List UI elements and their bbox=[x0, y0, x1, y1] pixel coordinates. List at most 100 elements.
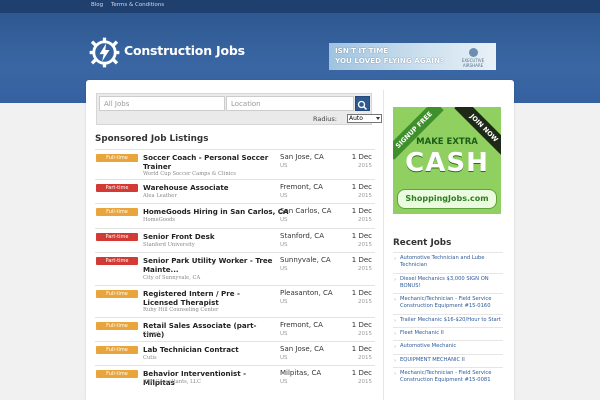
chevron-down-icon bbox=[376, 117, 380, 120]
chevron-right-icon: › bbox=[394, 370, 396, 377]
lightning-gear-icon[interactable] bbox=[88, 36, 121, 69]
recent-job-link[interactable]: › Automotive Technician and Lube Technici… bbox=[393, 252, 503, 273]
ad-site-name: ShoppingJobs.com bbox=[397, 189, 497, 209]
site-logo-text[interactable]: Construction Jobs bbox=[124, 43, 245, 58]
job-date: 1 Dec bbox=[351, 369, 372, 377]
job-row[interactable]: Part-time Senior Front Desk Stanford Uni… bbox=[95, 228, 375, 252]
job-year: 2015 bbox=[358, 193, 372, 199]
job-row[interactable]: Full-time Behavior Interventionist - Mil… bbox=[95, 365, 375, 389]
job-date: 1 Dec bbox=[351, 345, 372, 353]
top-nav-bar: Blog Terms & Conditions bbox=[0, 0, 600, 13]
sidebar-ad-banner[interactable]: SIGNUP FREE JOIN NOW MAKE EXTRA CASH Sho… bbox=[393, 107, 501, 214]
recent-job-link[interactable]: › Trailer Mechanic $16-$20/Hour to Start bbox=[393, 313, 503, 327]
job-year: 2015 bbox=[358, 331, 372, 337]
chevron-right-icon: › bbox=[394, 344, 396, 351]
job-title[interactable]: HomeGoods Hiring in San Carlos, CA bbox=[143, 207, 289, 216]
job-year: 2015 bbox=[358, 379, 372, 385]
job-company: City of Sunnyvale, CA bbox=[143, 275, 201, 281]
job-date: 1 Dec bbox=[351, 153, 372, 161]
job-row[interactable]: Part-time Warehouse Associate Alea Leath… bbox=[95, 179, 375, 203]
job-company: Ruby Hill Counseling Center bbox=[143, 307, 219, 313]
job-title[interactable]: Retail Sales Associate (part-time) bbox=[143, 321, 277, 339]
ad-headline-2: YOU LOVED FLYING AGAIN? bbox=[335, 56, 445, 65]
job-location: San Jose, CA bbox=[280, 345, 324, 353]
sponsored-listings-title: Sponsored Job Listings bbox=[95, 134, 209, 144]
job-country: US bbox=[280, 193, 288, 199]
search-button[interactable] bbox=[355, 96, 370, 111]
chevron-right-icon: › bbox=[394, 276, 396, 283]
header-ad-banner[interactable]: ISN'T IT TIME YOU LOVED FLYING AGAIN? EX… bbox=[329, 43, 496, 70]
job-row[interactable]: Full-time HomeGoods Hiring in San Carlos… bbox=[95, 203, 375, 228]
job-country: US bbox=[280, 355, 288, 361]
recent-job-label: Diesel Mechanics $3,000 SIGN ON BONUS! bbox=[400, 275, 489, 289]
job-listings: Full-time Soccer Coach - Personal Soccer… bbox=[95, 149, 375, 389]
job-row[interactable]: Full-time Lab Technician Contract Cutis … bbox=[95, 341, 375, 365]
nav-link-blog[interactable]: Blog bbox=[91, 2, 103, 8]
radius-label: Radius: bbox=[313, 115, 337, 123]
job-row[interactable]: Full-time Retail Sales Associate (part-t… bbox=[95, 317, 375, 341]
job-type-badge: Part-time bbox=[96, 257, 138, 265]
ad-brand: EXECUTIVE AIRSHARE bbox=[458, 48, 488, 68]
job-location: Fremont, CA bbox=[280, 321, 323, 329]
job-year: 2015 bbox=[358, 299, 372, 305]
job-date: 1 Dec bbox=[351, 232, 372, 240]
job-search-form: All Jobs Location Radius: Auto bbox=[96, 93, 382, 125]
recent-job-link[interactable]: › EQUIPMENT MECHANIC II bbox=[393, 353, 503, 367]
job-type-badge: Part-time bbox=[96, 233, 138, 241]
job-row[interactable]: Full-time Registered Intern / Pre - Lice… bbox=[95, 285, 375, 317]
job-country: US bbox=[280, 331, 288, 337]
job-title[interactable]: Soccer Coach - Personal Soccer Trainer bbox=[143, 153, 277, 171]
job-location: San Carlos, CA bbox=[280, 207, 332, 215]
chevron-right-icon: › bbox=[394, 256, 396, 262]
job-type-badge: Full-time bbox=[96, 154, 138, 162]
ad-make-extra: MAKE EXTRA bbox=[416, 137, 478, 147]
chevron-right-icon: › bbox=[394, 357, 396, 364]
job-title[interactable]: Senior Front Desk bbox=[143, 232, 277, 241]
job-location: Milpitas, CA bbox=[280, 369, 322, 377]
job-title[interactable]: Senior Park Utility Worker - Tree Mainte… bbox=[143, 256, 277, 274]
job-row[interactable]: Full-time Soccer Coach - Personal Soccer… bbox=[95, 149, 375, 179]
sidebar-divider bbox=[383, 90, 384, 400]
recent-job-label: Trailer Mechanic $16-$20/Hour to Start bbox=[400, 316, 501, 323]
job-title[interactable]: Warehouse Associate bbox=[143, 183, 277, 192]
job-country: US bbox=[280, 379, 288, 385]
job-company: HomeGoods bbox=[143, 217, 176, 223]
job-title[interactable]: Registered Intern / Pre - Licensed Thera… bbox=[143, 289, 277, 307]
search-icon bbox=[357, 100, 368, 111]
job-year: 2015 bbox=[358, 242, 372, 248]
job-location: Fremont, CA bbox=[280, 183, 323, 191]
job-type-badge: Full-time bbox=[96, 290, 138, 298]
job-type-badge: Full-time bbox=[96, 322, 138, 330]
ad-cash: CASH bbox=[405, 148, 489, 178]
job-country: US bbox=[280, 266, 288, 272]
job-date: 1 Dec bbox=[351, 256, 372, 264]
recent-job-link[interactable]: › Diesel Mechanics $3,000 SIGN ON BONUS! bbox=[393, 272, 503, 294]
recent-job-label: EQUIPMENT MECHANIC II bbox=[400, 356, 465, 363]
job-date: 1 Dec bbox=[351, 207, 372, 215]
recent-jobs-list: › Automotive Technician and Lube Technici… bbox=[393, 252, 503, 388]
radius-selected-value: Auto bbox=[349, 115, 363, 122]
nav-link-terms[interactable]: Terms & Conditions bbox=[111, 2, 164, 8]
job-date: 1 Dec bbox=[351, 289, 372, 297]
job-location: Stanford, CA bbox=[280, 232, 324, 240]
radius-select[interactable]: Auto bbox=[347, 114, 382, 123]
job-type-badge: Full-time bbox=[96, 346, 138, 354]
recent-job-link[interactable]: › Mechanic/Technician - Field Service Con… bbox=[393, 366, 503, 388]
job-year: 2015 bbox=[358, 217, 372, 223]
job-row[interactable]: Part-time Senior Park Utility Worker - T… bbox=[95, 252, 375, 285]
location-input[interactable]: Location bbox=[226, 96, 354, 111]
job-country: US bbox=[280, 163, 288, 169]
job-company: World Cup Soccer Camps & Clinics bbox=[143, 171, 236, 177]
recent-job-link[interactable]: › Automotive Mechanic bbox=[393, 340, 503, 353]
job-title[interactable]: Lab Technician Contract bbox=[143, 345, 277, 354]
keyword-input[interactable]: All Jobs bbox=[99, 96, 225, 111]
job-country: US bbox=[280, 217, 288, 223]
job-type-badge: Full-time bbox=[96, 208, 138, 216]
chevron-right-icon: › bbox=[394, 297, 396, 304]
ad-headline-1: ISN'T IT TIME bbox=[335, 46, 389, 55]
chevron-right-icon: › bbox=[394, 317, 396, 324]
recent-job-label: Automotive Mechanic bbox=[400, 343, 457, 350]
job-year: 2015 bbox=[358, 266, 372, 272]
recent-job-link[interactable]: › Mechanic/Technician - Field Service Con… bbox=[393, 293, 503, 314]
recent-job-link[interactable]: › Fleet Mechanic II bbox=[393, 327, 503, 340]
